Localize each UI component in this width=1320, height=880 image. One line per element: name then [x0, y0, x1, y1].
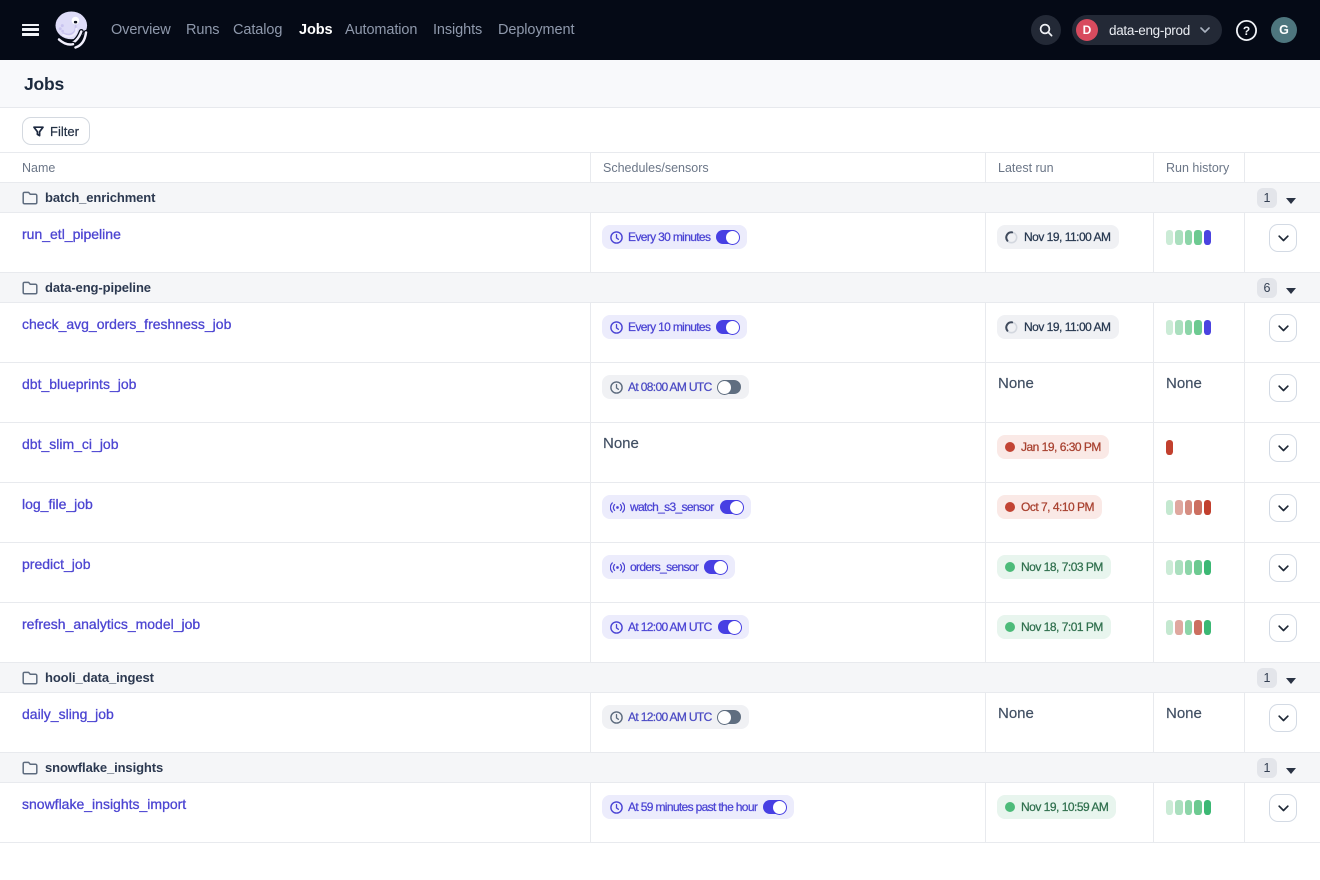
svg-text:?: ?	[1242, 24, 1249, 38]
